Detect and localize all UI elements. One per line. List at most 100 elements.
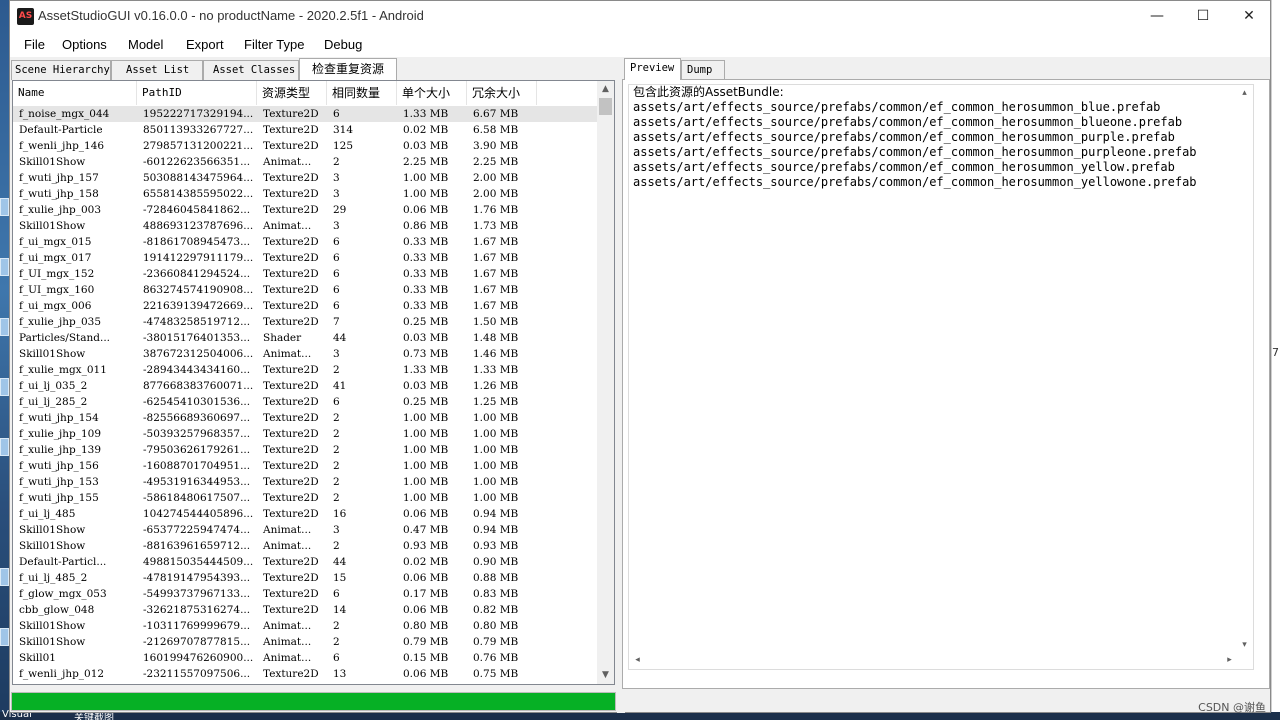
maximize-button[interactable]: ☐ [1180,1,1226,32]
table-row[interactable]: Skill01 160199476260900... Animat... 6 0.15 … [13,650,598,666]
table-row[interactable]: Skill01Show -88163961659712... Animat... 2 0… [13,538,598,554]
table-row[interactable]: f_noise_mgx_044 195222717329194... Texture… [13,106,598,122]
desktop-shortcut-icon[interactable] [0,628,9,646]
desktop-shortcut-icon[interactable] [0,198,9,216]
row-pathid: -16088701704951... [143,460,251,472]
table-row[interactable]: f_xulie_mgx_011 -28943443434160... Texture… [13,362,598,378]
table-row[interactable]: f_wuti_jhp_155 -58618480617507... Texture2… [13,490,598,506]
tab-scene-hierarchy[interactable]: Scene Hierarchy [11,60,111,80]
list-vertical-scrollbar[interactable]: ▲ ▼ [597,81,614,684]
row-count: 13 [333,668,347,680]
row-type: Texture2D [263,428,319,440]
table-row[interactable]: f_wenli_jhp_012 -23211557097506... Texture… [13,666,598,682]
row-count: 2 [333,620,340,632]
tab-duplicate-assets[interactable]: 检查重复资源 [299,58,397,80]
scroll-right-arrow-icon[interactable]: ▸ [1221,652,1238,669]
desktop-shortcut-icon[interactable] [0,258,9,276]
row-type: Texture2D [263,364,319,376]
table-row[interactable]: f_wuti_jhp_157 503088143475964... Texture2… [13,170,598,186]
table-row[interactable]: f_ui_lj_285_2 -62545410301536... Texture2D… [13,394,598,410]
table-row[interactable]: f_UI_mgx_152 -23660841294524... Texture2D 6… [13,266,598,282]
row-name: f_wenli_jhp_012 [19,668,105,680]
column-header-redundant-size[interactable]: 冗余大小 [467,81,537,105]
table-row[interactable]: f_ui_lj_485 104274544405896... Texture2D 16… [13,506,598,522]
row-redundant-size: 1.76 MB [473,204,519,216]
close-button[interactable]: ✕ [1226,1,1272,32]
menu-options[interactable]: Options [62,37,107,52]
row-type: Texture2D [263,108,319,120]
table-row[interactable]: Skill01Show 488693123787696... Animat... 3 0… [13,218,598,234]
preview-horizontal-scrollbar[interactable]: ◂ ▸ [629,652,1238,669]
table-row[interactable]: cbb_glow_048 -32621875316274... Texture2D 1… [13,602,598,618]
table-row[interactable]: Skill01Show -21269707877815... Animat... 2 0… [13,634,598,650]
column-header-type[interactable]: 资源类型 [257,81,327,105]
minimize-button[interactable]: — [1134,1,1180,32]
table-row[interactable]: Skill01Show -10311769999679... Animat... 2 0… [13,618,598,634]
desktop-shortcut-icon[interactable] [0,568,9,586]
scroll-left-arrow-icon[interactable]: ◂ [629,652,646,669]
preview-vertical-scrollbar[interactable]: ▴ ▾ [1236,85,1253,654]
menu-export[interactable]: Export [186,37,224,52]
menu-filter-type[interactable]: Filter Type [244,37,304,52]
table-row[interactable]: f_ui_mgx_015 -81861708945473... Texture2D 6… [13,234,598,250]
table-row[interactable]: f_xulie_jhp_109 -50393257968357... Texture… [13,426,598,442]
row-pathid: 191412297911179... [143,252,254,264]
row-name: Skill01Show [19,348,86,360]
table-row[interactable]: Particles/Stand... -38015176401353... Shad… [13,330,598,346]
row-redundant-size: 0.93 MB [473,540,519,552]
table-row[interactable]: f_wuti_jhp_158 655814385595022... Texture2… [13,186,598,202]
tab-preview[interactable]: Preview [624,58,681,80]
row-unit-size: 0.15 MB [403,652,449,664]
table-row[interactable]: Skill01Show -65377225947474... Animat... 3 0… [13,522,598,538]
column-header-unit-size[interactable]: 单个大小 [397,81,467,105]
menu-model[interactable]: Model [128,37,163,52]
menu-debug[interactable]: Debug [324,37,362,52]
table-row[interactable]: f_wuti_jhp_154 -82556689360697... Texture2… [13,410,598,426]
row-name: f_ui_lj_035_2 [19,380,88,392]
table-row[interactable]: f_UI_mgx_160 863274574190908... Texture2D 6… [13,282,598,298]
column-header-count[interactable]: 相同数量 [327,81,397,105]
tab-asset-classes[interactable]: Asset Classes [203,60,299,80]
table-row[interactable]: f_xulie_jhp_139 -79503626179261... Texture… [13,442,598,458]
row-type: Animat... [263,524,312,536]
row-name: Skill01Show [19,220,86,232]
menu-file[interactable]: File [24,37,45,52]
table-row[interactable]: Skill01Show -60122623566351... Animat... 2 2… [13,154,598,170]
table-row[interactable]: f_wenli_jhp_146 279857131200221... Texture… [13,138,598,154]
table-row[interactable]: f_wuti_jhp_156 -16088701704951... Texture2… [13,458,598,474]
table-row[interactable]: f_ui_lj_035_2 877668383760071... Texture2D… [13,378,598,394]
table-row[interactable]: f_wuti_jhp_153 -49531916344953... Texture2… [13,474,598,490]
duplicate-asset-list[interactable]: Name PathID 资源类型 相同数量 单个大小 冗余大小 f_noise_… [12,80,615,685]
table-row[interactable]: f_glow_mgx_053 -54993737967133... Texture2… [13,586,598,602]
table-row[interactable]: f_ui_mgx_017 191412297911179... Texture2D 6… [13,250,598,266]
preview-textbox[interactable]: 包含此资源的AssetBundle: assets/art/effects_so… [628,84,1254,670]
row-count: 3 [333,348,340,360]
table-row[interactable]: Default-Particle 850113933267727... Textur… [13,122,598,138]
scroll-up-arrow-icon[interactable]: ▲ [597,81,614,98]
desktop-shortcut-icon[interactable] [0,378,9,396]
row-name: f_wuti_jhp_154 [19,412,99,424]
scroll-up-arrow-icon[interactable]: ▴ [1236,85,1253,102]
table-row[interactable]: Default-Particl... 498815035444509... Text… [13,554,598,570]
column-header-pathid[interactable]: PathID [137,81,257,105]
scrollbar-thumb[interactable] [599,98,612,115]
row-unit-size: 0.03 MB [403,332,449,344]
table-row[interactable]: Skill01Show 387672312504006... Animat... 3 0… [13,346,598,362]
table-row[interactable]: f_xulie_jhp_035 -47483258519712... Texture… [13,314,598,330]
tab-asset-list[interactable]: Asset List [111,60,203,80]
scroll-down-arrow-icon[interactable]: ▾ [1236,637,1253,654]
preview-header: 包含此资源的AssetBundle: [633,85,784,99]
row-pathid: -82556689360697... [143,412,251,424]
scroll-down-arrow-icon[interactable]: ▼ [597,667,614,684]
column-header-name[interactable]: Name [13,81,137,105]
row-name: Particles/Stand... [19,332,110,344]
table-row[interactable]: f_ui_lj_485_2 -47819147954393... Texture2D… [13,570,598,586]
tab-dump[interactable]: Dump [681,60,725,80]
table-row[interactable]: f_ui_mgx_006 221639139472669... Texture2D 6… [13,298,598,314]
desktop-left-strip [0,0,9,720]
table-row[interactable]: f_xulie_jhp_003 -72846045841862... Texture… [13,202,598,218]
row-count: 14 [333,604,347,616]
desktop-shortcut-icon[interactable] [0,438,9,456]
title-bar[interactable]: AS AssetStudioGUI v0.16.0.0 - no product… [10,1,1270,32]
desktop-shortcut-icon[interactable] [0,318,9,336]
